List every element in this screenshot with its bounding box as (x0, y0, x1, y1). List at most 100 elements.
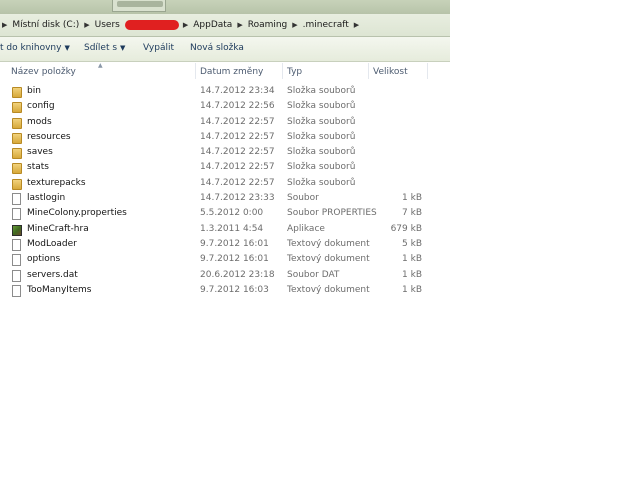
file-name: servers.dat (27, 269, 78, 280)
file-row[interactable]: TooManyItems 9.7.2012 16:03 Textový dokume… (0, 283, 450, 298)
column-divider[interactable] (282, 63, 283, 79)
file-row[interactable]: config 14.7.2012 22:56 Složka souborů (0, 99, 450, 114)
breadcrumb-local-disk[interactable]: Místní disk (C:) (9, 20, 82, 30)
file-row[interactable]: servers.dat 20.6.2012 23:18 Soubor DAT 1 kB (0, 268, 450, 283)
blurred-title (117, 1, 163, 7)
file-size: 1 kB (402, 193, 422, 204)
chevron-down-icon: ▼ (64, 44, 70, 52)
file-row[interactable]: MineColony.properties 5.5.2012 0:00 Soubor… (0, 206, 450, 221)
column-type[interactable]: Typ (287, 67, 302, 77)
burn-button[interactable]: Vypálit (143, 43, 174, 53)
chevron-right-icon[interactable]: ▶ (290, 21, 299, 29)
file-row[interactable]: stats 14.7.2012 22:57 Složka souborů (0, 160, 450, 175)
file-row[interactable]: mods 14.7.2012 22:57 Složka souborů (0, 115, 450, 130)
file-type: Soubor (287, 193, 319, 204)
file-icon (12, 254, 21, 267)
file-type: Soubor PROPERTIES (287, 208, 377, 219)
file-date: 14.7.2012 22:57 (200, 131, 275, 142)
file-name: config (27, 101, 55, 112)
file-name: texturepacks (27, 177, 86, 188)
file-size: 5 kB (402, 238, 422, 249)
file-date: 5.5.2012 0:00 (200, 208, 264, 219)
chevron-right-icon[interactable]: ▶ (181, 21, 190, 29)
file-size: 1 kB (402, 269, 422, 280)
file-type: Textový dokument (287, 284, 370, 295)
file-row[interactable]: lastlogin 14.7.2012 23:33 Soubor 1 kB (0, 191, 450, 206)
file-row[interactable]: saves 14.7.2012 22:57 Složka souborů (0, 145, 450, 160)
command-bar: t do knihovny ▼ Sdílet s ▼ Vypálit Nová sl… (0, 37, 450, 62)
file-date: 14.7.2012 22:56 (200, 101, 275, 112)
file-date: 14.7.2012 22:57 (200, 116, 275, 127)
file-date: 9.7.2012 16:03 (200, 284, 269, 295)
column-divider[interactable] (195, 63, 196, 79)
file-type: Složka souborů (287, 116, 356, 127)
file-icon (12, 269, 21, 282)
file-icon (12, 208, 21, 221)
column-size[interactable]: Velikost (373, 67, 408, 77)
breadcrumb-appdata[interactable]: AppData (190, 20, 235, 30)
column-divider[interactable] (427, 63, 428, 79)
breadcrumb-users[interactable]: Users (92, 20, 123, 30)
chevron-down-icon: ▼ (120, 44, 126, 52)
file-date: 14.7.2012 22:57 (200, 177, 275, 188)
folder-icon (12, 178, 22, 190)
file-date: 20.6.2012 23:18 (200, 269, 275, 280)
file-name: bin (27, 86, 41, 96)
file-list: bin 14.7.2012 23:34 Složka souborů config 14… (0, 84, 450, 298)
file-icon (12, 238, 21, 251)
breadcrumb-minecraft[interactable]: .minecraft (300, 20, 352, 30)
file-type: Textový dokument (287, 254, 370, 265)
address-bar[interactable]: ▶ Místní disk (C:) ▶ Users ▶ AppData ▶ R… (0, 14, 450, 37)
file-type: Složka souborů (287, 177, 356, 188)
file-icon (12, 284, 21, 297)
folder-icon (12, 117, 22, 129)
file-name: stats (27, 162, 49, 173)
chevron-right-icon[interactable]: ▶ (0, 21, 9, 29)
chevron-right-icon[interactable]: ▶ (82, 21, 91, 29)
file-type: Složka souborů (287, 101, 356, 112)
redacted-username (124, 20, 179, 30)
file-name: MineColony.properties (27, 208, 127, 219)
file-type: Soubor DAT (287, 269, 340, 280)
column-date[interactable]: Datum změny (200, 67, 263, 77)
file-name: MineCraft-hra (27, 223, 89, 234)
title-bar (0, 0, 450, 14)
file-date: 14.7.2012 23:34 (200, 86, 275, 96)
chevron-right-icon[interactable]: ▶ (235, 21, 244, 29)
column-name[interactable]: Název položky (11, 67, 76, 77)
chevron-right-icon[interactable]: ▶ (352, 21, 361, 29)
file-name: options (27, 254, 61, 265)
file-type: Textový dokument (287, 238, 370, 249)
file-type: Aplikace (287, 223, 325, 234)
app-icon (12, 224, 22, 236)
explorer-window: ▶ Místní disk (C:) ▶ Users ▶ AppData ▶ R… (0, 0, 450, 500)
column-header: ▲ Název položky Datum změny Typ Velikost (0, 61, 450, 81)
share-with-label: Sdílet s (84, 43, 118, 53)
file-size: 1 kB (402, 284, 422, 295)
file-row[interactable]: texturepacks 14.7.2012 22:57 Složka soubor… (0, 176, 450, 191)
file-row[interactable]: resources 14.7.2012 22:57 Složka souborů (0, 130, 450, 145)
file-row[interactable]: MineCraft-hra 1.3.2011 4:54 Aplikace 679 kB (0, 222, 450, 237)
breadcrumb-roaming[interactable]: Roaming (245, 20, 291, 30)
file-row[interactable]: ModLoader 9.7.2012 16:01 Textový dokument 5… (0, 237, 450, 252)
file-date: 9.7.2012 16:01 (200, 254, 269, 265)
column-divider[interactable] (368, 63, 369, 79)
file-date: 14.7.2012 23:33 (200, 193, 275, 204)
file-type: Složka souborů (287, 162, 356, 173)
taskbar-thumbnail[interactable] (112, 0, 166, 12)
new-folder-button[interactable]: Nová složka (190, 43, 244, 53)
file-type: Složka souborů (287, 131, 356, 142)
breadcrumb: ▶ Místní disk (C:) ▶ Users ▶ AppData ▶ R… (0, 18, 361, 32)
file-icon (12, 193, 21, 206)
folder-icon (12, 87, 22, 98)
include-in-library-button[interactable]: t do knihovny ▼ (0, 43, 70, 53)
file-date: 9.7.2012 16:01 (200, 238, 269, 249)
file-row[interactable]: bin 14.7.2012 23:34 Složka souborů (0, 84, 450, 99)
file-row[interactable]: options 9.7.2012 16:01 Textový dokument 1 k… (0, 252, 450, 267)
folder-icon (12, 102, 22, 114)
include-in-library-label: t do knihovny (0, 43, 62, 53)
share-with-button[interactable]: Sdílet s ▼ (84, 43, 125, 53)
file-name: ModLoader (27, 238, 77, 249)
folder-icon (12, 148, 22, 160)
file-date: 14.7.2012 22:57 (200, 147, 275, 158)
